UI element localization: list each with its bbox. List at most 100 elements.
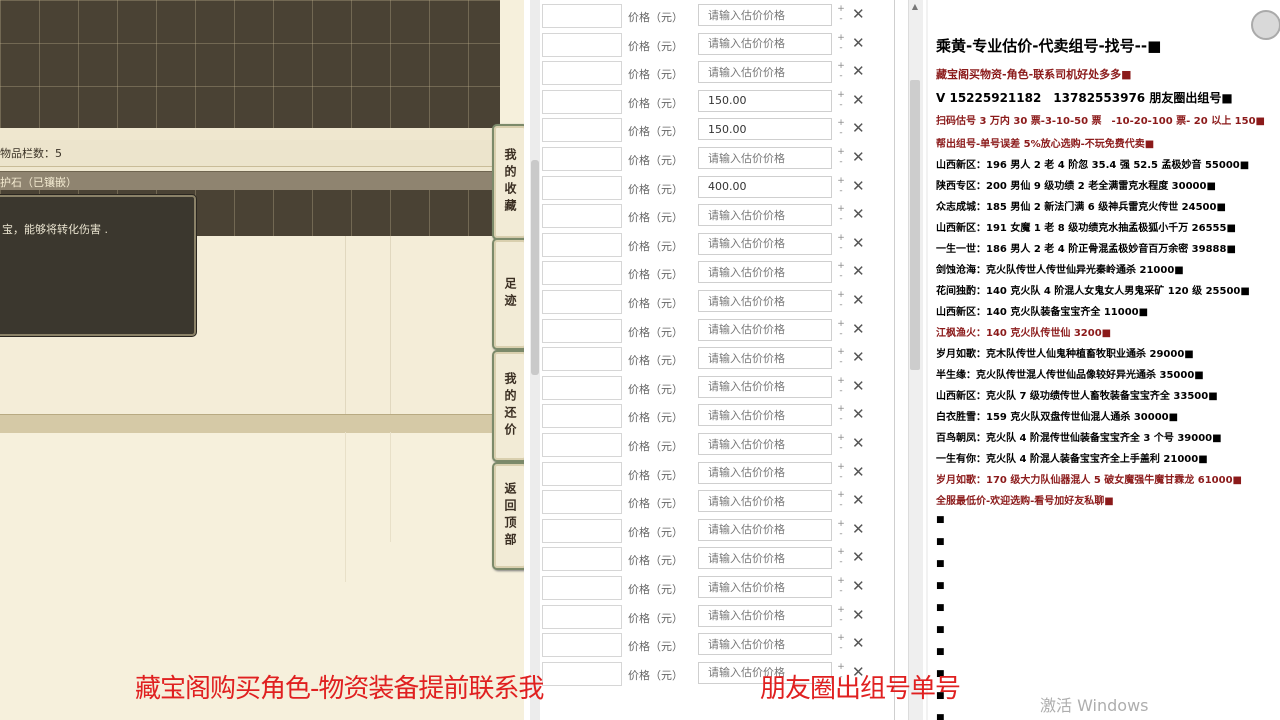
item-cell[interactable] xyxy=(542,61,622,86)
close-icon[interactable]: ✕ xyxy=(852,63,865,80)
close-icon[interactable]: ✕ xyxy=(852,34,865,52)
stepper-down-icon[interactable]: - xyxy=(835,357,847,367)
stepper-up-icon[interactable]: + xyxy=(835,233,847,243)
price-stepper[interactable]: + - xyxy=(835,176,847,198)
price-input[interactable] xyxy=(698,576,832,598)
stepper-down-icon[interactable]: - xyxy=(835,71,847,81)
price-stepper[interactable]: + - xyxy=(835,519,847,541)
stepper-up-icon[interactable]: + xyxy=(835,605,847,615)
close-icon[interactable]: ✕ xyxy=(852,492,865,509)
price-input[interactable] xyxy=(698,375,832,398)
item-cell[interactable] xyxy=(542,4,622,28)
close-icon[interactable]: ✕ xyxy=(852,320,865,338)
item-cell[interactable] xyxy=(542,404,622,429)
item-cell[interactable] xyxy=(542,576,622,600)
close-icon[interactable]: ✕ xyxy=(852,91,865,109)
price-input[interactable] xyxy=(698,318,832,341)
stepper-up-icon[interactable]: + xyxy=(835,462,847,472)
price-stepper[interactable]: + - xyxy=(835,633,847,655)
price-input[interactable] xyxy=(698,4,832,26)
close-icon[interactable]: ✕ xyxy=(852,177,865,195)
price-stepper[interactable]: + - xyxy=(835,576,847,598)
close-icon[interactable]: ✕ xyxy=(852,120,865,137)
stepper-up-icon[interactable]: + xyxy=(835,33,847,43)
stepper-up-icon[interactable]: + xyxy=(835,319,847,329)
close-icon[interactable]: ✕ xyxy=(852,377,865,395)
stepper-up-icon[interactable]: + xyxy=(835,118,847,128)
item-cell[interactable] xyxy=(542,661,622,686)
stepper-up-icon[interactable]: + xyxy=(835,404,847,414)
tab-my-counteroffers[interactable]: 我的还价 xyxy=(492,350,528,462)
price-stepper[interactable]: + - xyxy=(835,433,847,455)
stepper-up-icon[interactable]: + xyxy=(835,61,847,71)
price-stepper[interactable]: + - xyxy=(835,376,847,398)
price-input[interactable] xyxy=(698,32,832,55)
close-icon[interactable]: ✕ xyxy=(852,263,865,280)
price-stepper[interactable]: + - xyxy=(835,90,847,112)
stepper-up-icon[interactable]: + xyxy=(835,147,847,157)
stepper-down-icon[interactable]: - xyxy=(835,43,847,53)
tab-back-to-top[interactable]: 返回顶部 xyxy=(492,462,528,570)
stepper-up-icon[interactable]: + xyxy=(835,204,847,214)
close-icon[interactable]: ✕ xyxy=(852,549,865,566)
stepper-down-icon[interactable]: - xyxy=(835,615,847,625)
item-cell[interactable] xyxy=(542,290,622,314)
stepper-down-icon[interactable]: - xyxy=(835,14,847,24)
stepper-up-icon[interactable]: + xyxy=(835,261,847,271)
price-input[interactable] xyxy=(698,490,832,513)
item-cell[interactable] xyxy=(542,375,622,400)
price-stepper[interactable]: + - xyxy=(835,404,847,426)
item-cell[interactable] xyxy=(542,89,622,114)
price-stepper[interactable]: + - xyxy=(835,347,847,369)
stepper-up-icon[interactable]: + xyxy=(835,90,847,100)
tab-my-favorites[interactable]: 我的收藏 xyxy=(492,124,528,240)
price-stepper[interactable]: + - xyxy=(835,290,847,312)
close-icon[interactable]: ✕ xyxy=(852,635,865,652)
price-input[interactable] xyxy=(698,404,832,427)
stepper-down-icon[interactable]: - xyxy=(835,472,847,482)
stepper-down-icon[interactable]: - xyxy=(835,329,847,339)
price-input[interactable] xyxy=(698,89,832,112)
stepper-down-icon[interactable]: - xyxy=(835,214,847,224)
close-icon[interactable]: ✕ xyxy=(852,520,865,538)
stepper-up-icon[interactable]: + xyxy=(835,547,847,557)
close-icon[interactable]: ✕ xyxy=(852,406,865,423)
stepper-down-icon[interactable]: - xyxy=(835,100,847,110)
close-icon[interactable]: ✕ xyxy=(852,234,865,252)
price-input[interactable] xyxy=(698,118,832,141)
price-stepper[interactable]: + - xyxy=(835,319,847,341)
price-input[interactable] xyxy=(698,61,832,84)
price-stepper[interactable]: + - xyxy=(835,118,847,140)
price-input[interactable] xyxy=(698,547,832,570)
price-stepper[interactable]: + - xyxy=(835,547,847,569)
stepper-down-icon[interactable]: - xyxy=(835,186,847,196)
price-stepper[interactable]: + - xyxy=(835,61,847,83)
price-input[interactable] xyxy=(698,147,832,169)
price-input[interactable] xyxy=(698,518,832,541)
price-stepper[interactable]: + - xyxy=(835,462,847,484)
stepper-up-icon[interactable]: + xyxy=(835,4,847,14)
stepper-down-icon[interactable]: - xyxy=(835,557,847,567)
stepper-down-icon[interactable]: - xyxy=(835,643,847,653)
inventory-grid[interactable] xyxy=(0,0,500,128)
price-stepper[interactable]: + - xyxy=(835,233,847,255)
item-cell[interactable] xyxy=(542,433,622,457)
item-cell[interactable] xyxy=(542,232,622,257)
price-stepper[interactable]: + - xyxy=(835,605,847,627)
price-input[interactable] xyxy=(698,604,832,627)
close-icon[interactable]: ✕ xyxy=(852,578,865,595)
stepper-up-icon[interactable]: + xyxy=(835,290,847,300)
stepper-up-icon[interactable]: + xyxy=(835,633,847,643)
stepper-down-icon[interactable]: - xyxy=(835,386,847,396)
price-input[interactable] xyxy=(698,204,832,227)
price-input[interactable] xyxy=(698,175,832,198)
stepper-up-icon[interactable]: + xyxy=(835,519,847,529)
stepper-down-icon[interactable]: - xyxy=(835,157,847,167)
stepper-up-icon[interactable]: + xyxy=(835,433,847,443)
price-stepper[interactable]: + - xyxy=(835,490,847,512)
price-input[interactable] xyxy=(698,290,832,312)
stepper-down-icon[interactable]: - xyxy=(835,529,847,539)
stepper-down-icon[interactable]: - xyxy=(835,500,847,510)
stepper-down-icon[interactable]: - xyxy=(835,300,847,310)
price-input[interactable] xyxy=(698,461,832,484)
